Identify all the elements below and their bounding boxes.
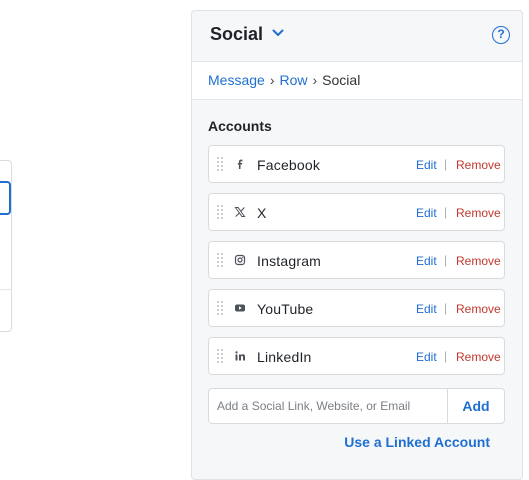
- accounts-heading: Accounts: [208, 118, 272, 134]
- breadcrumb-separator: ›: [269, 72, 275, 88]
- remove-link[interactable]: Remove: [456, 254, 501, 268]
- breadcrumb-separator: ›: [312, 72, 318, 88]
- edit-link[interactable]: Edit: [416, 254, 437, 268]
- remove-link[interactable]: Remove: [456, 206, 501, 220]
- breadcrumb: Message › Row › Social: [192, 61, 522, 100]
- social-link-input[interactable]: [209, 389, 448, 423]
- add-social-link-form: Add: [208, 388, 505, 424]
- edit-link[interactable]: Edit: [416, 350, 437, 364]
- account-name: X: [257, 205, 267, 221]
- action-divider: |: [444, 301, 448, 315]
- action-divider: |: [444, 205, 448, 219]
- action-divider: |: [444, 253, 448, 267]
- drag-handle-icon[interactable]: [217, 205, 223, 219]
- edit-link[interactable]: Edit: [416, 302, 437, 316]
- social-settings-panel: Social ? Message › Row › Social Accounts Fac…: [191, 10, 523, 480]
- account-row-youtube[interactable]: YouTube Edit | Remove: [208, 289, 505, 327]
- remove-link[interactable]: Remove: [456, 158, 501, 172]
- remove-link[interactable]: Remove: [456, 302, 501, 316]
- drag-handle-icon[interactable]: [217, 157, 223, 171]
- instagram-icon: [234, 254, 246, 266]
- edit-link[interactable]: Edit: [416, 206, 437, 220]
- edit-link[interactable]: Edit: [416, 158, 437, 172]
- account-name: LinkedIn: [257, 349, 312, 365]
- account-name: YouTube: [257, 301, 314, 317]
- remove-link[interactable]: Remove: [456, 350, 501, 364]
- account-name: Facebook: [257, 157, 321, 173]
- breadcrumb-message[interactable]: Message: [208, 72, 265, 88]
- youtube-icon: [234, 302, 246, 314]
- breadcrumb-current: Social: [322, 72, 361, 88]
- linkedin-icon: [234, 350, 246, 362]
- account-row-linkedin[interactable]: LinkedIn Edit | Remove: [208, 337, 505, 375]
- action-divider: |: [444, 157, 448, 171]
- left-partial-card: [0, 160, 12, 332]
- add-button[interactable]: Add: [448, 389, 504, 423]
- divider: [0, 289, 11, 290]
- facebook-icon: [234, 158, 246, 170]
- account-row-facebook[interactable]: Facebook Edit | Remove: [208, 145, 505, 183]
- chevron-down-icon[interactable]: [272, 28, 284, 38]
- account-name: Instagram: [257, 253, 322, 269]
- focused-input-partial[interactable]: [0, 181, 11, 215]
- action-divider: |: [444, 349, 448, 363]
- breadcrumb-row[interactable]: Row: [279, 72, 307, 88]
- drag-handle-icon[interactable]: [217, 253, 223, 267]
- drag-handle-icon[interactable]: [217, 349, 223, 363]
- account-row-instagram[interactable]: Instagram Edit | Remove: [208, 241, 505, 279]
- drag-handle-icon[interactable]: [217, 301, 223, 315]
- use-linked-account-link[interactable]: Use a Linked Account: [344, 434, 490, 450]
- account-row-x[interactable]: X Edit | Remove: [208, 193, 505, 231]
- panel-header: Social ?: [192, 11, 522, 61]
- panel-title[interactable]: Social: [210, 24, 263, 45]
- help-icon[interactable]: ?: [492, 26, 510, 44]
- x-icon: [234, 206, 246, 218]
